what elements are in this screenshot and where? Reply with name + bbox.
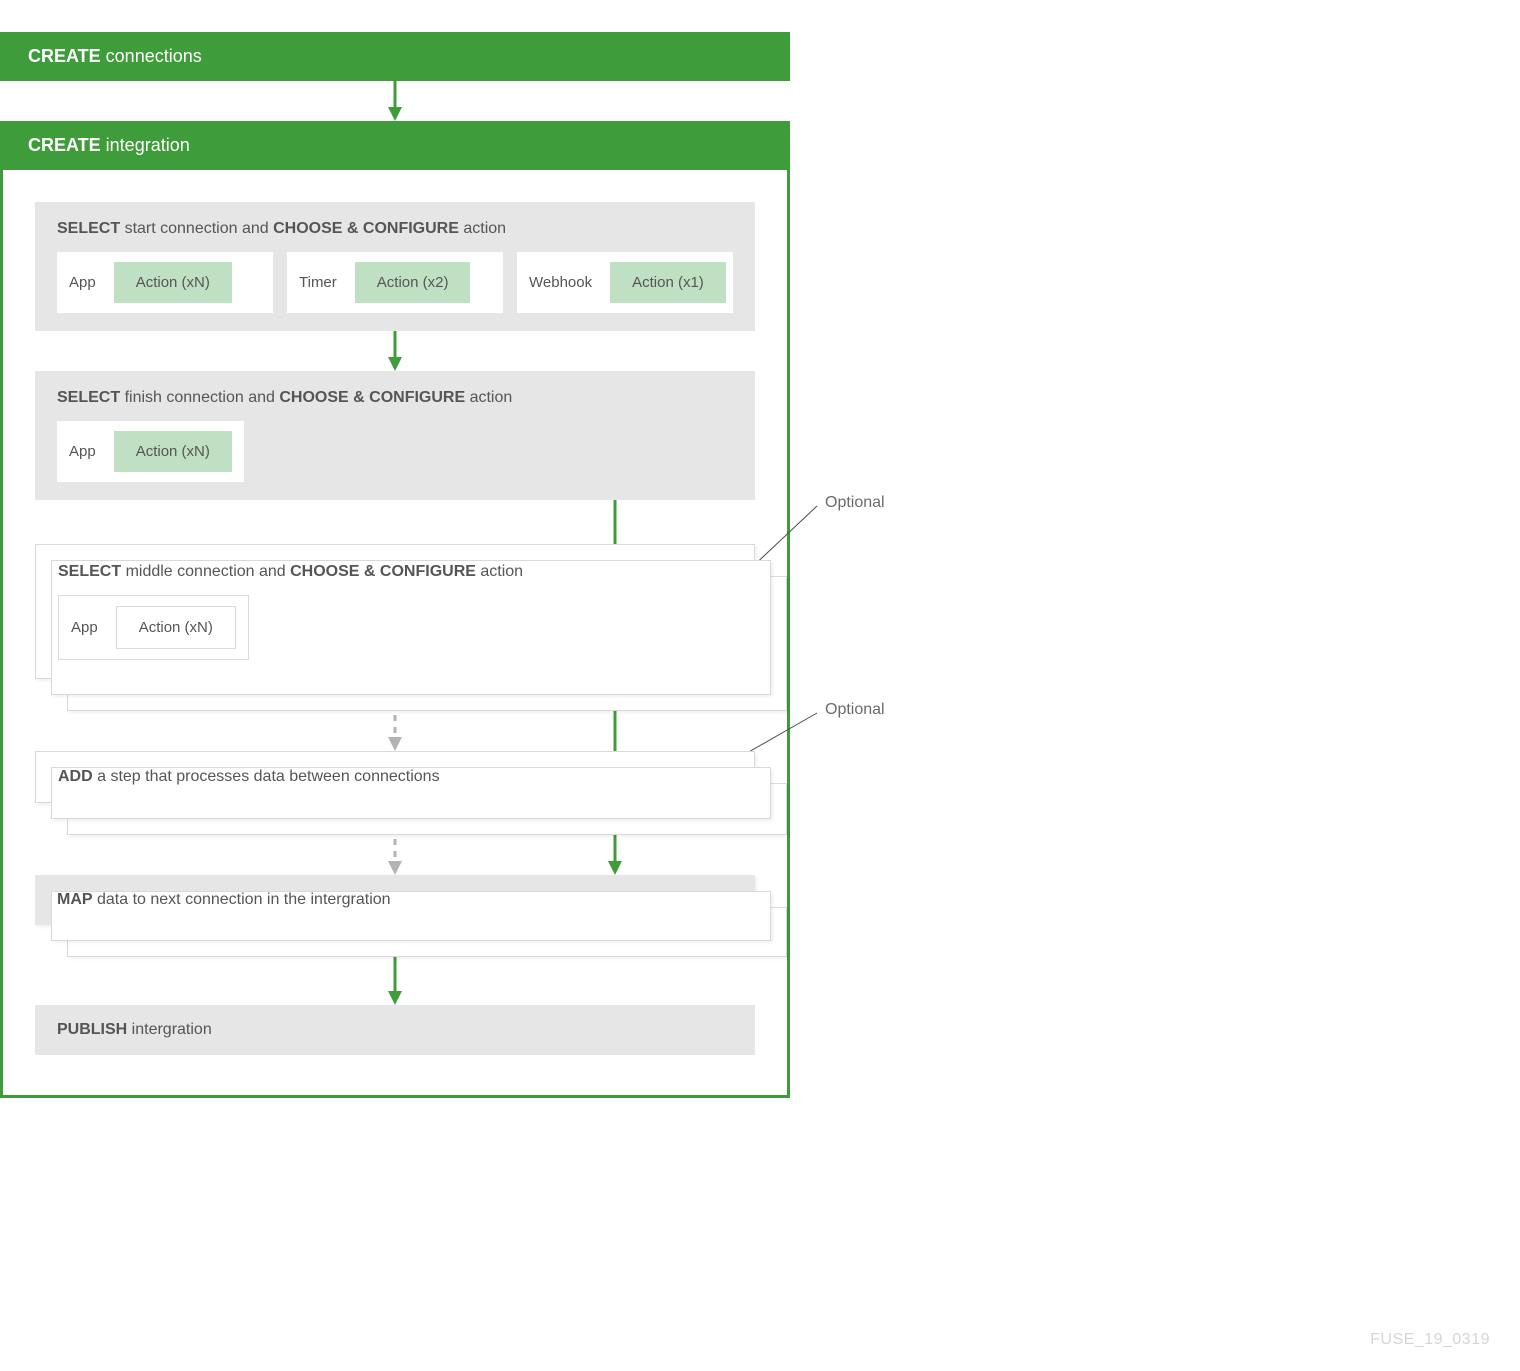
- step3-title: SELECT middle connection and CHOOSE & CO…: [58, 563, 732, 581]
- create-connections-bold: CREATE: [28, 46, 101, 66]
- callout-line-2: [0, 0, 1, 1]
- card-app-middle-label: App: [71, 619, 98, 636]
- create-integration-box: CREATE integration SELECT start connecti…: [0, 121, 790, 1098]
- arrow-top: [0, 81, 790, 121]
- step-select-finish: SELECT finish connection and CHOOSE & CO…: [35, 371, 755, 500]
- card-app-label: App: [69, 274, 96, 291]
- step5-title: MAP data to next connection in the inter…: [57, 891, 733, 909]
- action-chip-timer: Action (x2): [355, 262, 471, 303]
- step-publish: PUBLISH intergration: [35, 1005, 755, 1055]
- integration-content: SELECT start connection and CHOOSE & CON…: [3, 170, 787, 1095]
- step-select-start: SELECT start connection and CHOOSE & CON…: [35, 202, 755, 331]
- card-webhook: Webhook Action (x1): [517, 252, 733, 313]
- action-chip-app-finish: Action (xN): [114, 431, 232, 472]
- step-select-middle: SELECT middle connection and CHOOSE & CO…: [35, 544, 755, 679]
- workflow-diagram: CREATE connections CREATE integration SE…: [0, 0, 790, 1098]
- card-timer-label: Timer: [299, 274, 337, 291]
- create-connections-bar: CREATE connections: [0, 32, 790, 81]
- card-app-finish-label: App: [69, 443, 96, 460]
- step4-title: ADD a step that processes data between c…: [58, 768, 732, 786]
- step-map-data: MAP data to next connection in the inter…: [35, 875, 755, 925]
- step1-title: SELECT start connection and CHOOSE & CON…: [57, 220, 733, 238]
- card-app: App Action (xN): [57, 252, 273, 313]
- card-timer: Timer Action (x2): [287, 252, 503, 313]
- step2-title: SELECT finish connection and CHOOSE & CO…: [57, 389, 733, 407]
- card-app-finish: App Action (xN): [57, 421, 244, 482]
- step3-cards: App Action (xN): [58, 595, 732, 660]
- create-integration-bold: CREATE: [28, 135, 101, 155]
- create-connections-rest: connections: [101, 46, 202, 66]
- create-integration-rest: integration: [101, 135, 190, 155]
- create-integration-bar: CREATE integration: [0, 121, 790, 170]
- footer-id: FUSE_19_0319: [1370, 1331, 1490, 1349]
- step-add-processing: ADD a step that processes data between c…: [35, 751, 755, 803]
- arrow-down-icon: [385, 331, 405, 371]
- action-chip-webhook: Action (x1): [610, 262, 726, 303]
- arrow-down-icon: [385, 81, 405, 121]
- card-app-middle: App Action (xN): [58, 595, 249, 660]
- step6-title: PUBLISH intergration: [57, 1021, 733, 1039]
- card-webhook-label: Webhook: [529, 274, 592, 291]
- optional-callout-2: Optional: [825, 701, 885, 719]
- optional-callout-1: Optional: [825, 494, 885, 512]
- arrow-1-2: [35, 331, 755, 371]
- step1-cards: App Action (xN) Timer Action (x2) Webhoo…: [57, 252, 733, 313]
- action-chip-app-middle: Action (xN): [116, 606, 236, 649]
- step2-cards: App Action (xN): [57, 421, 733, 482]
- action-chip-app: Action (xN): [114, 262, 232, 303]
